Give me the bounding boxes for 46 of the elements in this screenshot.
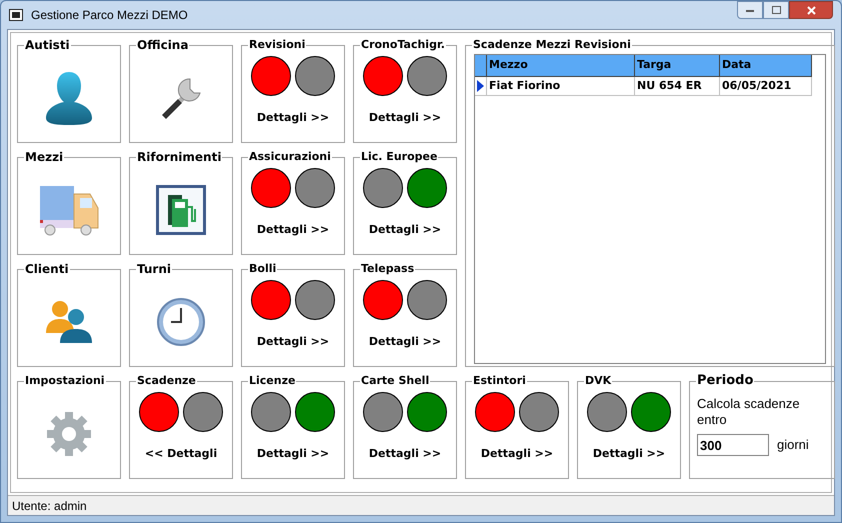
details-link[interactable]: Dettagli >> bbox=[480, 446, 554, 462]
window-title: Gestione Parco Mezzi DEMO bbox=[31, 7, 188, 24]
group-title: Impostazioni bbox=[24, 374, 106, 388]
group-title: Lic. Europee bbox=[360, 150, 438, 164]
details-link[interactable]: Dettagli >> bbox=[368, 222, 442, 238]
details-link[interactable]: Dettagli >> bbox=[256, 110, 330, 126]
days-field[interactable]: 300 bbox=[697, 434, 769, 456]
group-title: Mezzi bbox=[24, 150, 64, 164]
column-header[interactable]: Mezzo bbox=[487, 55, 635, 77]
details-link[interactable]: Dettagli >> bbox=[256, 222, 330, 238]
minimize-icon bbox=[746, 8, 754, 12]
unit-label: giorni bbox=[777, 436, 809, 454]
column-header[interactable]: Data bbox=[720, 55, 812, 77]
app-icon bbox=[9, 9, 23, 21]
details-link[interactable]: Dettagli >> bbox=[368, 334, 442, 350]
header-corner bbox=[475, 55, 487, 77]
details-link[interactable]: Dettagli >> bbox=[256, 446, 330, 462]
details-link[interactable]: << Dettagli bbox=[144, 446, 218, 462]
period-label: Calcola scadenze entro bbox=[697, 396, 801, 428]
group-title: Telepass bbox=[360, 262, 416, 276]
maximize-button[interactable] bbox=[763, 1, 789, 19]
details-link[interactable]: Dettagli >> bbox=[592, 446, 666, 462]
status-text: Utente: admin bbox=[12, 498, 87, 514]
table-cell: Fiat Fiorino bbox=[487, 77, 635, 96]
table-cell: 06/05/2021 bbox=[720, 77, 812, 96]
person-icon bbox=[45, 70, 93, 126]
minimize-button[interactable] bbox=[737, 1, 763, 19]
details-link[interactable]: Dettagli >> bbox=[368, 446, 442, 462]
group-title: Turni bbox=[136, 262, 172, 276]
maximize-icon bbox=[772, 6, 780, 14]
group-title: CronoTachigr. bbox=[360, 38, 446, 52]
column-header[interactable]: Targa bbox=[635, 55, 720, 77]
group-title: Officina bbox=[136, 38, 190, 52]
close-icon bbox=[806, 6, 816, 14]
group-title: Clienti bbox=[24, 262, 70, 276]
people-icon bbox=[44, 299, 94, 345]
details-link[interactable]: Dettagli >> bbox=[256, 334, 330, 350]
table-cell: NU 654 ER bbox=[635, 77, 720, 96]
truck-icon bbox=[38, 184, 100, 236]
clock-icon bbox=[156, 297, 206, 347]
group-title: Autisti bbox=[24, 38, 71, 52]
group-title: Rifornimenti bbox=[136, 150, 222, 164]
close-button[interactable] bbox=[789, 1, 833, 19]
details-link[interactable]: Dettagli >> bbox=[368, 110, 442, 126]
fuel-pump-icon bbox=[156, 185, 206, 235]
gear-icon bbox=[45, 410, 93, 458]
